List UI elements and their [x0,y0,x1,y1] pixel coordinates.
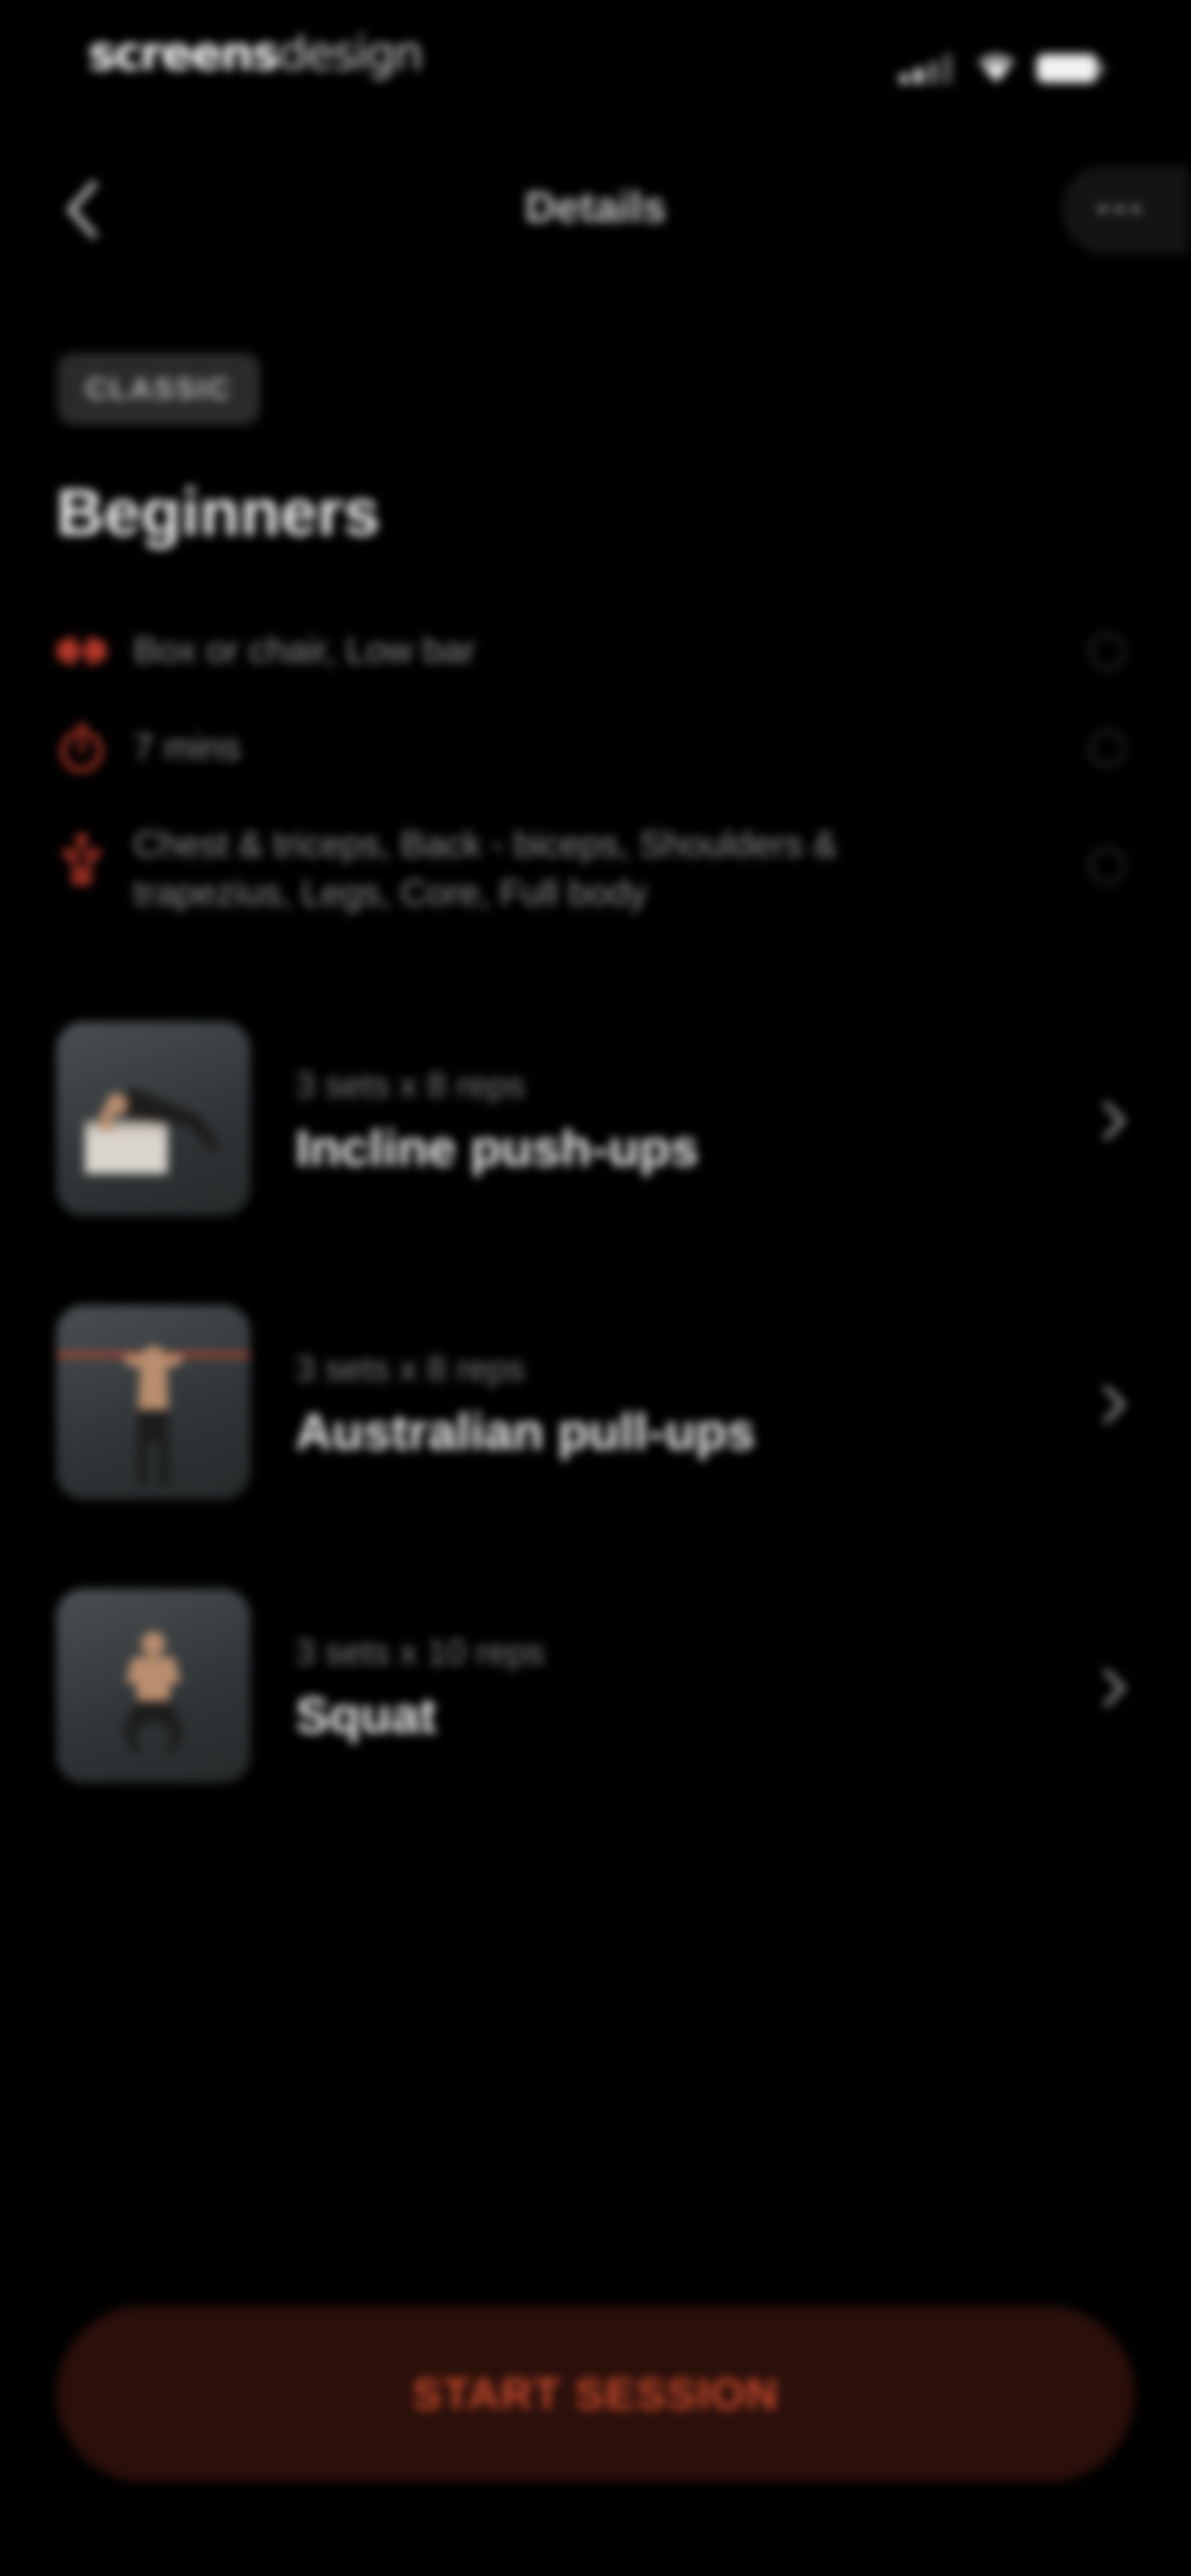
status-bar: screensdesign [0,0,1191,127]
muscles-info-button[interactable] [1089,847,1125,884]
exercise-name: Incline push-ups [296,1120,699,1177]
start-session-button[interactable]: START SESSION [56,2306,1135,2482]
more-options-button[interactable] [1061,165,1188,254]
exercise-item-australian-pull-ups[interactable]: 3 sets x 8 reps Australian pull-ups [0,1305,1191,1504]
dumbbell-icon [57,637,106,665]
brand-watermark: screensdesign [88,26,423,81]
chevron-right-icon [1103,1669,1125,1707]
exercise-name: Squat [296,1687,437,1744]
muscles-text: Chest & triceps, Back - biceps, Shoulder… [133,824,838,913]
category-badge: CLASSIC [57,353,260,425]
body-muscle-icon [62,833,101,885]
exercise-thumbnail [56,1022,250,1216]
workout-title: Beginners [56,475,380,549]
battery-icon [1037,54,1104,83]
equipment-text: Box or chair, Low bar [133,629,475,670]
wifi-icon [978,55,1015,83]
exercise-sets-reps: 3 sets x 8 reps [296,1349,525,1388]
exercise-thumbnail [56,1305,250,1499]
stopwatch-icon [60,724,103,773]
workout-details-screen: screensdesign Details CLASSIC Beginners [0,0,1191,2576]
chevron-right-icon [1103,1385,1125,1424]
duration-text: 7 mins [133,726,241,767]
cellular-signal-icon [900,53,955,84]
chevron-right-icon [1103,1102,1125,1140]
exercise-name: Australian pull-ups [296,1404,755,1460]
exercise-sets-reps: 3 sets x 10 reps [296,1632,545,1672]
exercise-item-squat[interactable]: 3 sets x 10 reps Squat [0,1589,1191,1787]
chevron-left-icon [67,181,97,238]
exercise-item-incline-push-ups[interactable]: 3 sets x 8 reps Incline push-ups [0,1022,1191,1220]
back-button[interactable] [55,177,110,243]
nav-title: Details [525,183,666,231]
duration-info-button[interactable] [1089,730,1125,767]
exercise-thumbnail [56,1589,250,1783]
exercise-sets-reps: 3 sets x 8 reps [296,1065,525,1105]
equipment-info-button[interactable] [1089,633,1125,670]
